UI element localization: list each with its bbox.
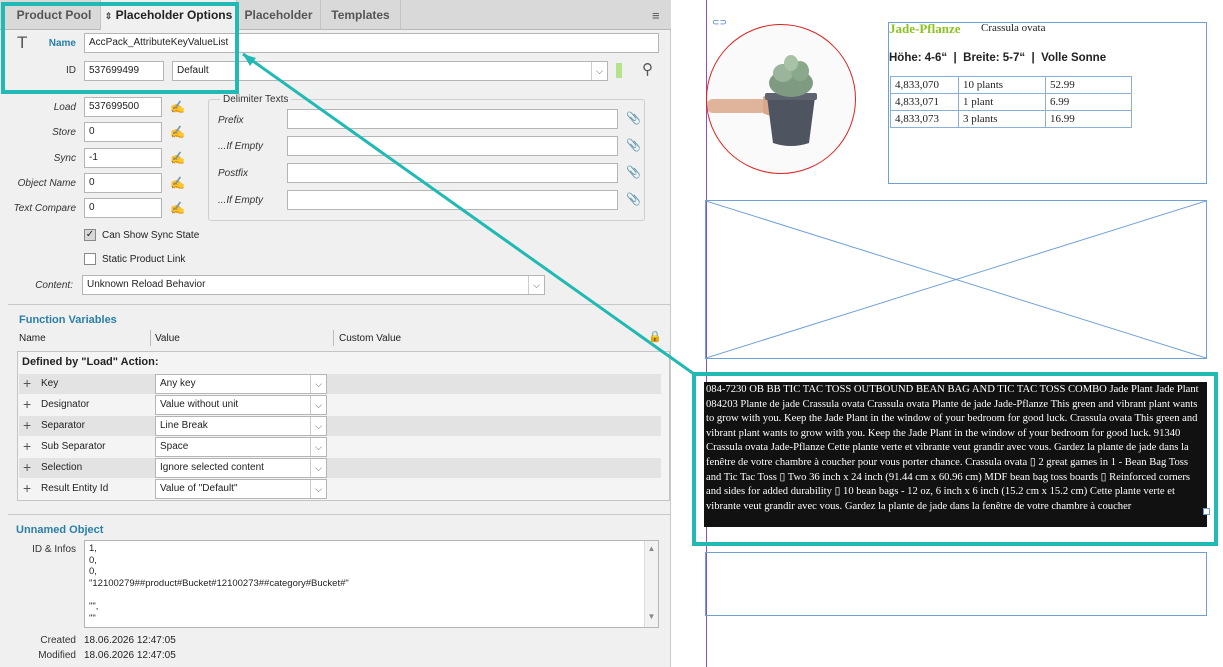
callout-connector bbox=[242, 52, 695, 376]
